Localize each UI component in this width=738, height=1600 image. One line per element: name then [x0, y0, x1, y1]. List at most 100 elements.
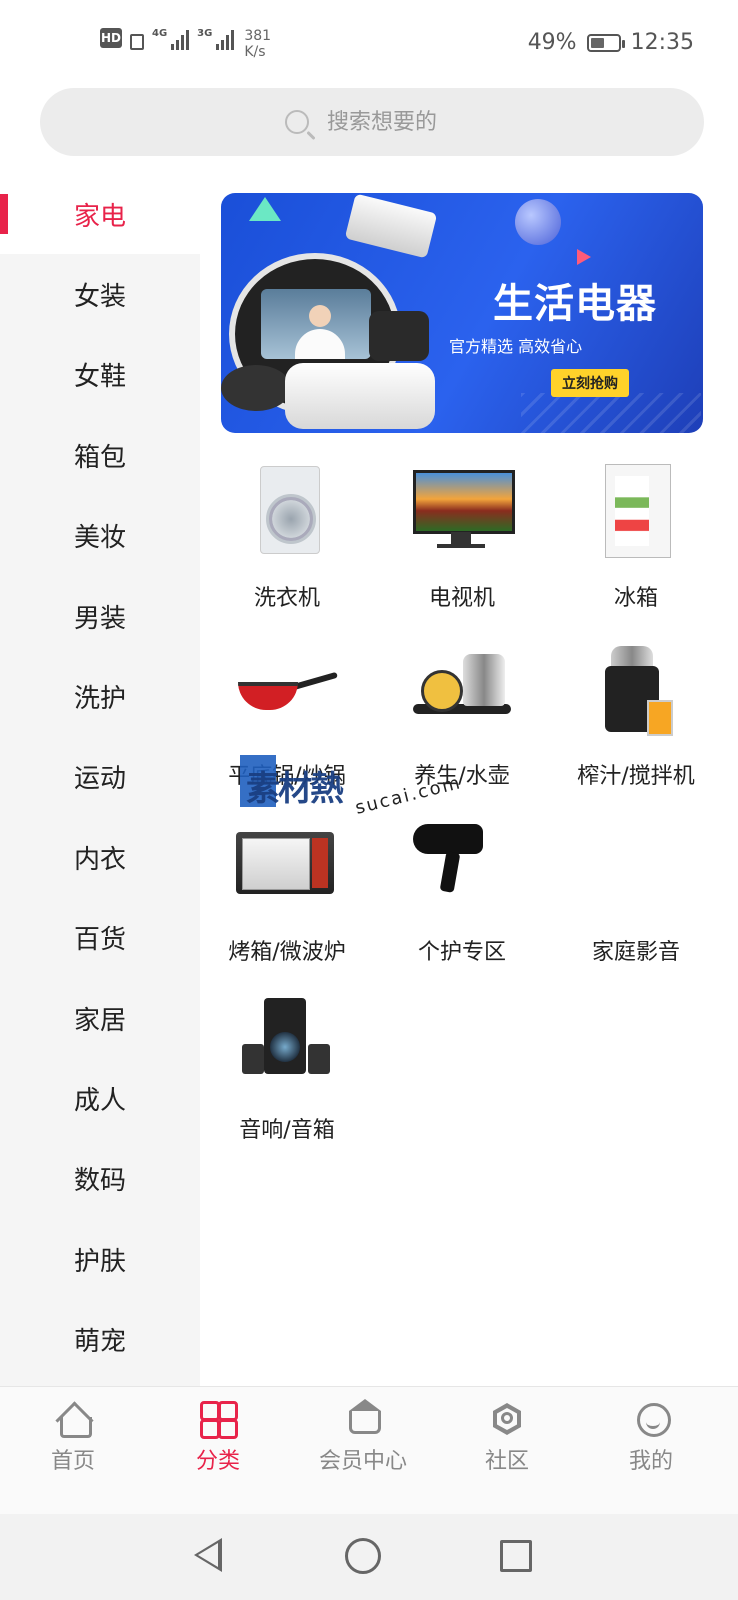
nav-tab-label: 首页	[50, 1449, 95, 1474]
battery-icon	[586, 33, 625, 52]
profile-face-icon	[633, 1401, 671, 1437]
globe-icon	[515, 199, 561, 245]
system-navigation-bar	[0, 1514, 738, 1600]
home-circle-icon[interactable]	[345, 1538, 381, 1574]
speaker-system-image	[232, 994, 342, 1094]
battery-percent: 49%	[527, 30, 577, 55]
sidebar-item-label: 运动	[73, 764, 126, 795]
banner-cta-button[interactable]: 立刻抢购	[551, 369, 629, 397]
network-label-3g: 3G	[197, 28, 213, 39]
sidebar-item[interactable]: 内衣	[0, 817, 200, 897]
recents-icon[interactable]	[500, 1540, 532, 1572]
bottom-navigation: 首页 分类 会员中心 社区 我的	[0, 1386, 738, 1515]
kettle-image	[407, 640, 517, 740]
hair-dryer-image	[407, 816, 517, 916]
product-category-label: 养生/水壶	[414, 764, 510, 789]
nav-tab-label: 社区	[484, 1449, 529, 1474]
nav-tab[interactable]: 会员中心	[290, 1387, 436, 1515]
back-icon[interactable]	[194, 1538, 222, 1572]
sidebar-item-label: 男装	[73, 603, 126, 634]
home-icon	[55, 1401, 94, 1440]
product-image-empty	[581, 816, 691, 916]
nav-tab[interactable]: 首页	[0, 1387, 146, 1515]
product-category-item[interactable]: 养生/水壶	[375, 640, 549, 810]
sidebar-item[interactable]: 洗护	[0, 656, 200, 736]
product-category-item[interactable]: 音响/音箱	[200, 994, 374, 1164]
microwave-image	[232, 816, 342, 916]
product-category-item[interactable]: 电视机	[375, 462, 549, 632]
battery-fill	[590, 37, 604, 48]
sidebar-item[interactable]: 成人	[0, 1058, 200, 1138]
status-bar: HD 4G 3G 381 K/s 49% 12:35	[0, 0, 738, 88]
television-image	[407, 462, 517, 562]
signal-4g-icon: 4G	[152, 28, 190, 50]
sidebar-item[interactable]: 箱包	[0, 415, 200, 495]
status-left: HD 4G 3G 381 K/s	[100, 28, 271, 60]
sidebar-item-label: 内衣	[73, 844, 126, 875]
product-category-item[interactable]: 家庭影音	[549, 816, 723, 986]
sidebar-item-label: 家电	[73, 201, 126, 232]
search-bar[interactable]	[40, 88, 704, 156]
network-speed-unit: K/s	[244, 44, 266, 60]
product-category-item[interactable]: 榨汁/搅拌机	[549, 640, 723, 810]
sidebar-item-label: 女鞋	[73, 362, 126, 393]
juicer-image	[581, 640, 691, 740]
sidebar-item[interactable]: 运动	[0, 737, 200, 817]
washing-machine-image	[232, 462, 342, 562]
nav-tab-label: 会员中心	[318, 1449, 407, 1474]
sidebar-item-label: 洗护	[73, 683, 126, 714]
product-category-item[interactable]: 烤箱/微波炉	[200, 816, 374, 986]
nav-tab[interactable]: 我的	[578, 1387, 724, 1515]
sidebar-item-label: 箱包	[73, 442, 126, 473]
sidebar-item-label: 成人	[73, 1085, 126, 1116]
category-grid-icon	[200, 1401, 238, 1439]
product-category-item[interactable]: 个护专区	[375, 816, 549, 986]
decor-play-icon	[577, 249, 591, 265]
product-category-label: 洗衣机	[253, 586, 320, 611]
product-category-label: 个护专区	[417, 940, 506, 965]
sidebar-item-label: 家居	[73, 1005, 126, 1036]
clock: 12:35	[630, 30, 694, 55]
network-speed: 381 K/s	[244, 28, 271, 60]
camera-image	[369, 311, 429, 361]
product-category-item[interactable]: 冰箱	[549, 462, 723, 632]
projector-image	[344, 193, 438, 259]
decor-triangle-icon	[249, 197, 281, 221]
sidebar-item[interactable]: 家电	[0, 174, 200, 254]
sidebar-item-label: 百货	[73, 925, 126, 956]
signal-3g-icon: 3G	[197, 28, 235, 50]
nav-tab[interactable]: 分类	[145, 1387, 291, 1515]
product-category-item[interactable]: 洗衣机	[200, 462, 374, 632]
search-input[interactable]	[325, 108, 459, 136]
banner-title: 生活电器	[493, 281, 657, 327]
sidebar-item[interactable]: 女装	[0, 254, 200, 334]
banner-subtitle: 官方精选 高效省心	[449, 337, 583, 356]
product-category-item[interactable]: 平底锅/炒锅	[200, 640, 374, 810]
sidebar-item-label: 数码	[73, 1166, 126, 1197]
product-category-label: 烤箱/微波炉	[228, 940, 346, 965]
nav-tab-label: 我的	[628, 1449, 673, 1474]
active-indicator	[0, 194, 8, 234]
sidebar-item[interactable]: 家居	[0, 978, 200, 1058]
sidebar-item[interactable]: 数码	[0, 1139, 200, 1219]
promo-banner[interactable]: 生活电器 官方精选 高效省心 立刻抢购	[221, 193, 703, 433]
product-category-label: 音响/音箱	[239, 1118, 335, 1143]
lock-icon	[130, 34, 144, 50]
sidebar-item[interactable]: 护肤	[0, 1219, 200, 1299]
frying-pan-image	[232, 640, 342, 740]
sidebar-item[interactable]: 百货	[0, 898, 200, 978]
refrigerator-image	[581, 462, 691, 562]
nav-tab[interactable]: 社区	[434, 1387, 580, 1515]
search-icon	[285, 110, 309, 134]
product-category-label: 电视机	[428, 586, 495, 611]
router-image	[285, 363, 435, 429]
sidebar-item-label: 美妆	[73, 523, 126, 554]
sidebar-item[interactable]: 男装	[0, 576, 200, 656]
hd-voice-icon: HD	[100, 28, 122, 48]
smart-speaker-image	[221, 365, 291, 411]
sidebar-item[interactable]: 美妆	[0, 496, 200, 576]
sidebar-item[interactable]: 萌宠	[0, 1300, 200, 1380]
sidebar-item[interactable]: 女鞋	[0, 335, 200, 415]
sidebar-item-label: 女装	[73, 281, 126, 312]
product-category-label: 家庭影音	[591, 940, 680, 965]
